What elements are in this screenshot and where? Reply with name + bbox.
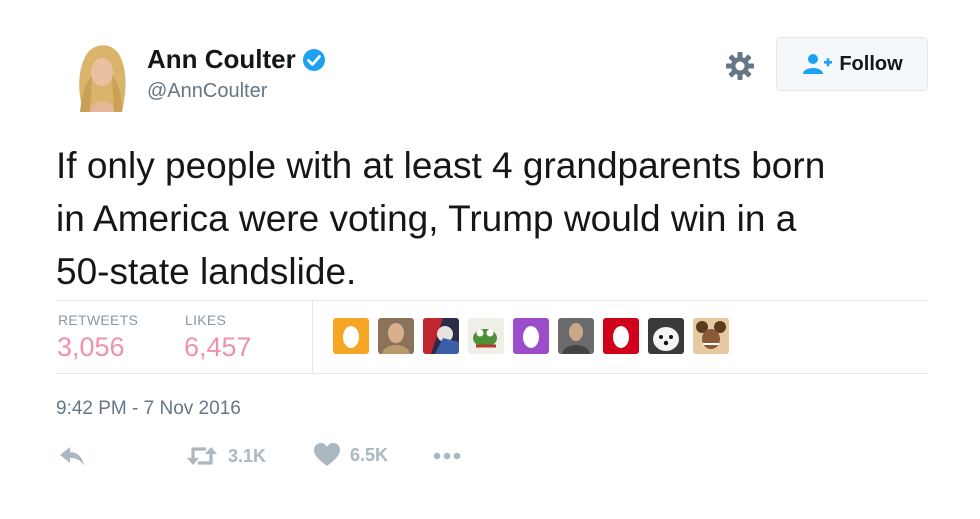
add-user-icon [803,54,833,74]
more-button[interactable] [432,443,464,469]
liker-avatar[interactable] [558,318,594,354]
liker-avatar[interactable] [378,318,414,354]
reply-button[interactable] [58,443,86,469]
divider [56,300,928,301]
liker-avatar[interactable] [693,318,729,354]
avatar-photo [70,42,132,112]
tweet-text: If only people with at least 4 grandpare… [56,145,826,292]
liker-avatars [333,318,738,354]
gear-icon[interactable] [724,50,756,82]
liker-avatar[interactable] [333,318,369,354]
retweets-label[interactable]: RETWEETS [58,312,138,328]
retweet-button[interactable]: 3.1K [186,443,266,469]
liker-avatar[interactable] [423,318,459,354]
likes-label[interactable]: LIKES [185,312,226,328]
user-handle[interactable]: @AnnCoulter [147,80,267,103]
verified-badge-icon [302,48,325,71]
liker-avatar[interactable] [648,318,684,354]
retweet-icon [187,447,217,465]
liker-avatar[interactable] [468,318,504,354]
retweets-count[interactable]: 3,056 [57,332,125,363]
liker-avatar[interactable] [603,318,639,354]
follow-button[interactable]: Follow [776,37,928,91]
avatar[interactable] [70,42,132,112]
divider [56,373,928,374]
user-name[interactable]: Ann Coulter [147,44,296,75]
follow-label: Follow [839,52,903,75]
likes-count[interactable]: 6,457 [184,332,252,363]
tweet-timestamp[interactable]: 9:42 PM - 7 Nov 2016 [56,398,241,420]
liker-avatar[interactable] [513,318,549,354]
heart-icon [314,443,340,466]
reply-icon [60,447,84,466]
like-button[interactable]: 6.5K [314,443,388,467]
retweet-count: 3.1K [228,445,267,466]
more-icon [433,452,461,460]
stats-separator [312,301,313,373]
like-count: 6.5K [350,444,389,465]
